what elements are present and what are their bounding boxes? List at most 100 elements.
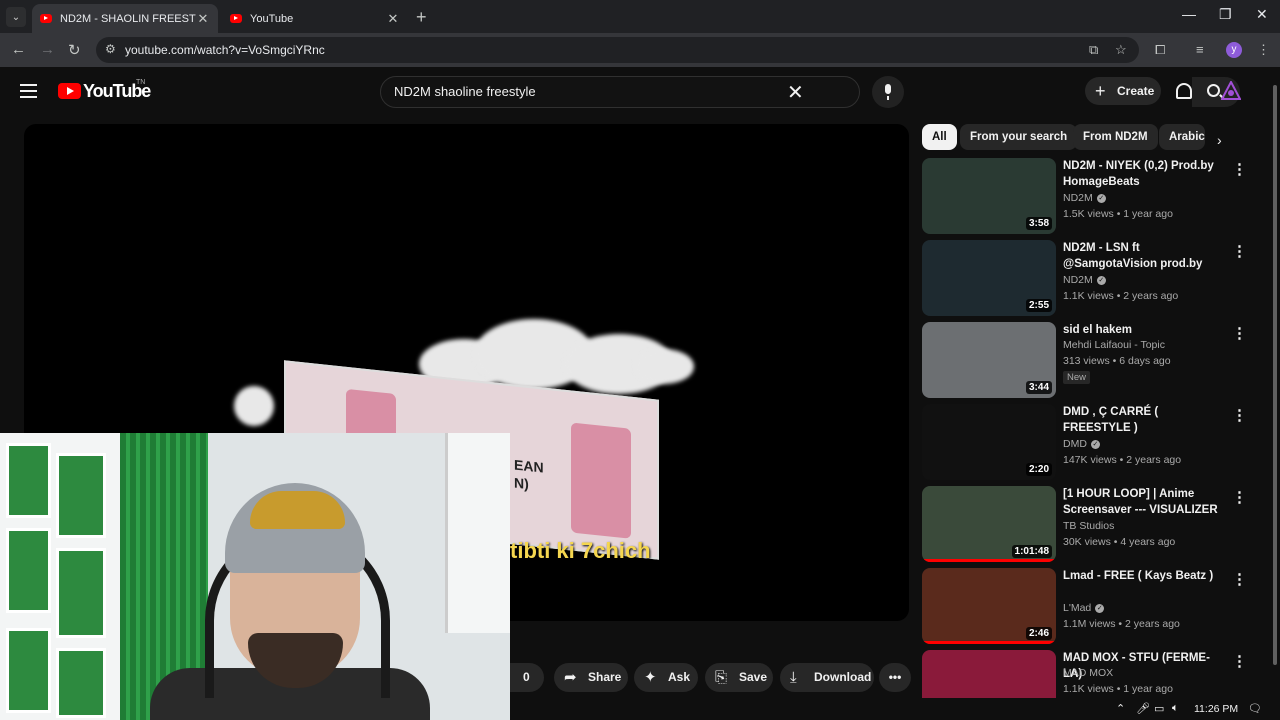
upload-age: 4 years ago bbox=[1120, 536, 1176, 548]
video-title[interactable]: Lmad - FREE ( Kays Beatz ) bbox=[1063, 568, 1228, 584]
window-frame bbox=[0, 433, 130, 720]
recommendation-item[interactable]: MAD MOX - STFU (FERME-LA) MAD MOX 1.1K vie… bbox=[922, 650, 1262, 698]
notification-center-icon[interactable]: 🗨︎ bbox=[1248, 702, 1262, 715]
ask-button[interactable]: ✦ Ask bbox=[634, 663, 698, 692]
more-vertical-icon[interactable]: ⋮ bbox=[1232, 652, 1247, 670]
channel-name[interactable]: TB Studios bbox=[1063, 520, 1114, 532]
create-button[interactable]: + Create bbox=[1085, 77, 1161, 105]
forward-icon[interactable]: → bbox=[40, 41, 55, 58]
scrollbar-thumb[interactable] bbox=[1273, 85, 1277, 665]
microphone-icon[interactable]: 🎤︎ bbox=[1136, 702, 1150, 715]
chip-from-nd2m[interactable]: From ND2M bbox=[1073, 124, 1158, 150]
video-thumbnail[interactable]: 2:46 bbox=[922, 568, 1056, 644]
more-vertical-icon[interactable]: ⋮ bbox=[1232, 406, 1247, 424]
video-thumbnail[interactable]: 1:01:48 bbox=[922, 486, 1056, 562]
dislike-button[interactable]: 0 bbox=[510, 663, 544, 692]
close-tab-icon[interactable]: ✕ bbox=[386, 11, 400, 27]
clock-time[interactable]: 11:26 PM bbox=[1194, 703, 1238, 715]
channel-name[interactable]: ND2M ✓ bbox=[1063, 274, 1106, 286]
video-title[interactable]: ND2M - LSN ft @SamgotaVision prod.by (Sa… bbox=[1063, 240, 1228, 272]
view-count: 30K views bbox=[1063, 536, 1111, 548]
more-vertical-icon[interactable]: ⋮ bbox=[1232, 488, 1247, 506]
network-icon[interactable]: ▭ bbox=[1154, 702, 1164, 715]
youtube-logo-icon[interactable] bbox=[58, 83, 81, 99]
video-thumbnail[interactable]: 2:20 bbox=[922, 404, 1056, 480]
voice-search-icon[interactable] bbox=[872, 76, 904, 108]
more-vertical-icon[interactable]: ⋮ bbox=[1232, 242, 1247, 260]
download-button[interactable]: ⤓ Download bbox=[780, 663, 874, 692]
restore-icon[interactable]: ❐ bbox=[1219, 6, 1232, 23]
video-thumbnail[interactable] bbox=[922, 650, 1056, 698]
recommendation-item[interactable]: 2:20 DMD , Ç CARRÉ ( FREESTYLE ) DMD ✓ 147K … bbox=[922, 404, 1262, 480]
lyric-subtitle: tibti ki 7chich bbox=[510, 538, 651, 563]
browser-tab-active[interactable]: ND2M - SHAOLIN FREESTYLE (F ✕ bbox=[32, 4, 218, 33]
duration-badge: 3:58 bbox=[1025, 217, 1052, 230]
browser-menu-icon[interactable]: ⋮ bbox=[1257, 42, 1270, 58]
chip-arabic[interactable]: Arabic bbox=[1159, 124, 1205, 150]
chip-all[interactable]: All bbox=[922, 124, 957, 150]
channel-name-text: DMD bbox=[1063, 438, 1087, 450]
chip-from-your-search[interactable]: From your search bbox=[960, 124, 1078, 150]
recommendation-item[interactable]: 3:44 sid el hakem Mehdi Laifaoui - Topic 31… bbox=[922, 322, 1262, 398]
recommendation-item[interactable]: 2:55 ND2M - LSN ft @SamgotaVision prod.by… bbox=[922, 240, 1262, 316]
profile-avatar[interactable]: y bbox=[1226, 42, 1242, 58]
tab-title: ND2M - SHAOLIN FREESTYLE (F bbox=[60, 12, 196, 25]
share-button[interactable]: ➦ Share bbox=[554, 663, 628, 692]
chevron-up-icon[interactable]: ⌃ bbox=[1116, 702, 1125, 715]
save-button[interactable]: ⎘ Save bbox=[705, 663, 773, 692]
more-actions-button[interactable]: ••• bbox=[879, 663, 911, 692]
recommendation-item[interactable]: 3:58 ND2M - NIYEK (0,2) Prod.by HomageBea… bbox=[922, 158, 1262, 234]
install-app-icon[interactable]: ⧉ bbox=[1089, 42, 1098, 58]
youtube-favicon-icon bbox=[40, 14, 52, 23]
new-badge: New bbox=[1063, 371, 1091, 384]
video-title[interactable]: DMD , Ç CARRÉ ( FREESTYLE ) bbox=[1063, 404, 1228, 436]
address-bar[interactable]: ⚙ youtube.com/watch?v=VoSmgciYRnc bbox=[96, 37, 1139, 63]
channel-name[interactable]: MAD MOX bbox=[1063, 667, 1113, 679]
watch-progress-bar bbox=[922, 641, 1056, 644]
channel-name[interactable]: ND2M ✓ bbox=[1063, 192, 1106, 204]
more-vertical-icon[interactable]: ⋮ bbox=[1232, 160, 1247, 178]
clear-search-icon[interactable]: ✕ bbox=[787, 80, 804, 105]
video-thumbnail[interactable]: 3:44 bbox=[922, 322, 1056, 398]
recommendation-item[interactable]: 2:46 Lmad - FREE ( Kays Beatz ) L'Mad ✓ 1.1M… bbox=[922, 568, 1262, 644]
channel-name[interactable]: DMD ✓ bbox=[1063, 438, 1100, 450]
volume-icon[interactable]: 🔈︎ bbox=[1172, 702, 1179, 715]
channel-name-text: ND2M bbox=[1063, 192, 1093, 204]
search-input[interactable]: ND2M shaoline freestyle bbox=[394, 84, 536, 99]
minimize-icon[interactable]: — bbox=[1182, 6, 1196, 22]
video-meta: 1.1M views • 2 years ago bbox=[1063, 618, 1180, 630]
site-info-icon[interactable]: ⚙ bbox=[105, 42, 116, 56]
video-thumbnail[interactable]: 2:55 bbox=[922, 240, 1056, 316]
tab-search-button[interactable]: ⌄ bbox=[6, 7, 26, 27]
video-meta: 1.5K views • 1 year ago bbox=[1063, 208, 1173, 220]
bookmark-star-icon[interactable]: ☆ bbox=[1115, 42, 1127, 58]
video-title[interactable]: sid el hakem bbox=[1063, 322, 1228, 338]
view-count: 313 views bbox=[1063, 355, 1110, 367]
duration-badge: 1:01:48 bbox=[1011, 545, 1052, 558]
channel-name[interactable]: L'Mad ✓ bbox=[1063, 602, 1105, 614]
close-tab-icon[interactable]: ✕ bbox=[196, 11, 210, 27]
close-window-icon[interactable]: ✕ bbox=[1256, 6, 1268, 23]
channel-name[interactable]: Mehdi Laifaoui - Topic bbox=[1063, 339, 1165, 351]
recommendation-item[interactable]: 1:01:48 [1 HOUR LOOP] | Anime Screensaver… bbox=[922, 486, 1262, 562]
video-thumbnail[interactable]: 3:58 bbox=[922, 158, 1056, 234]
more-vertical-icon[interactable]: ⋮ bbox=[1232, 570, 1247, 588]
channel-avatar[interactable] bbox=[1221, 81, 1241, 101]
video-title[interactable]: [1 HOUR LOOP] | Anime Screensaver --- VI… bbox=[1063, 486, 1228, 518]
channel-name-text: MAD MOX bbox=[1063, 667, 1114, 679]
scrollbar[interactable] bbox=[1270, 67, 1280, 700]
back-icon[interactable]: ← bbox=[11, 41, 26, 58]
extensions-icon[interactable]: ⧠ bbox=[1155, 42, 1165, 58]
window-pane bbox=[6, 443, 51, 518]
chevron-right-icon[interactable]: › bbox=[1217, 132, 1222, 148]
media-controls-icon[interactable]: ≡ bbox=[1196, 42, 1204, 57]
notifications-bell-icon[interactable] bbox=[1176, 83, 1192, 99]
menu-icon[interactable] bbox=[20, 84, 37, 98]
country-code: TN bbox=[136, 79, 146, 86]
reload-icon[interactable]: ↻ bbox=[68, 41, 81, 59]
more-vertical-icon[interactable]: ⋮ bbox=[1232, 324, 1247, 342]
new-tab-icon[interactable]: + bbox=[416, 7, 427, 28]
video-title[interactable]: ND2M - NIYEK (0,2) Prod.by HomageBeats bbox=[1063, 158, 1228, 190]
browser-tab[interactable]: YouTube ✕ bbox=[222, 4, 408, 33]
window-frame bbox=[445, 433, 510, 633]
